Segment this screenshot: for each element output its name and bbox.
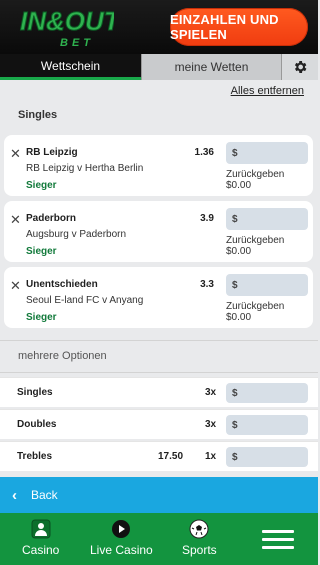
selection-name: Unentschieden [26,279,98,290]
brand-logo[interactable]: IN&OUT BET [18,4,123,50]
remove-selection-icon[interactable]: ✕ [10,278,21,294]
bet-card: ✕ Unentschieden 3.3 Seoul E-land FC v An… [4,267,313,328]
back-label: Back [31,488,58,502]
svg-text:BET: BET [60,37,94,49]
section-divider [0,340,318,341]
section-divider [0,372,318,373]
selection-name: Paderborn [26,213,77,224]
multiple-name: Singles [17,387,53,398]
tab-my-bets[interactable]: meine Wetten [141,54,281,80]
stake-input[interactable]: $ [226,274,308,296]
settings-gear-button[interactable] [281,54,318,80]
nav-label: Casino [22,543,60,557]
return-label: Zurückgeben [226,235,285,246]
nav-label: Live Casino [90,543,153,557]
chevron-left-icon: ‹ [12,486,17,504]
svg-text:IN&OUT: IN&OUT [20,6,114,36]
multiple-row: Trebles 17.50 1x $ [0,441,318,471]
multiple-row: Doubles 3x $ [0,409,318,439]
stake-input[interactable]: $ [226,142,308,164]
multiple-row: Singles 3x $ [0,377,318,407]
bottom-navigation: Casino Live Casino Sports [0,513,318,565]
match-name: Seoul E-land FC v Anyang [26,295,144,306]
multiple-name: Doubles [17,419,57,430]
singles-section-title: Singles [18,109,58,121]
return-value: $0.00 [226,312,252,323]
back-button[interactable]: ‹ Back [0,477,318,513]
remove-all-link[interactable]: Alles entfernen [231,85,304,97]
market-name: Sieger [26,180,57,191]
match-name: Augsburg v Paderborn [26,229,127,240]
selection-name: RB Leipzig [26,147,78,158]
return-value: $0.00 [226,180,252,191]
nav-item-casino[interactable]: Casino [22,519,59,557]
casino-icon [31,519,51,539]
multiple-name: Trebles [17,451,53,462]
selection-odds: 1.36 [194,147,214,158]
nav-label: Sports [182,543,217,557]
multiple-count: 1x [205,451,217,462]
football-icon [189,519,209,539]
market-name: Sieger [26,246,57,257]
bet-card: ✕ RB Leipzig 1.36 RB Leipzig v Hertha Be… [4,135,313,196]
return-label: Zurückgeben [226,301,285,312]
multiple-stake-input[interactable]: $ [226,383,308,403]
multiples-section-title: mehrere Optionen [18,350,107,362]
nav-item-live-casino[interactable]: Live Casino [90,519,153,557]
bet-card: ✕ Paderborn 3.9 Augsburg v Paderborn Sie… [4,201,313,262]
multiple-count: 3x [205,387,217,398]
multiple-stake-input[interactable]: $ [226,415,308,435]
stake-input[interactable]: $ [226,208,308,230]
remove-selection-icon[interactable]: ✕ [10,212,21,228]
deposit-and-play-button[interactable]: EINZAHLEN UND SPIELEN [170,8,308,46]
gear-icon [294,61,307,73]
selection-odds: 3.9 [200,213,214,224]
selection-odds: 3.3 [200,279,214,290]
return-value: $0.00 [226,246,252,257]
app-header: IN&OUT BET EINZAHLEN UND SPIELEN [0,0,318,54]
match-name: RB Leipzig v Hertha Berlin [26,163,144,174]
play-icon [111,519,131,539]
menu-icon[interactable] [262,530,294,550]
betslip-tabs: Wettschein meine Wetten [0,54,318,80]
multiple-stake-input[interactable]: $ [226,447,308,467]
tab-betslip[interactable]: Wettschein [0,54,141,80]
market-name: Sieger [26,312,57,323]
nav-item-sports[interactable]: Sports [182,519,217,557]
return-label: Zurückgeben [226,169,285,180]
remove-selection-icon[interactable]: ✕ [10,146,21,162]
multiple-odds: 17.50 [158,451,184,462]
multiple-count: 3x [205,419,217,430]
